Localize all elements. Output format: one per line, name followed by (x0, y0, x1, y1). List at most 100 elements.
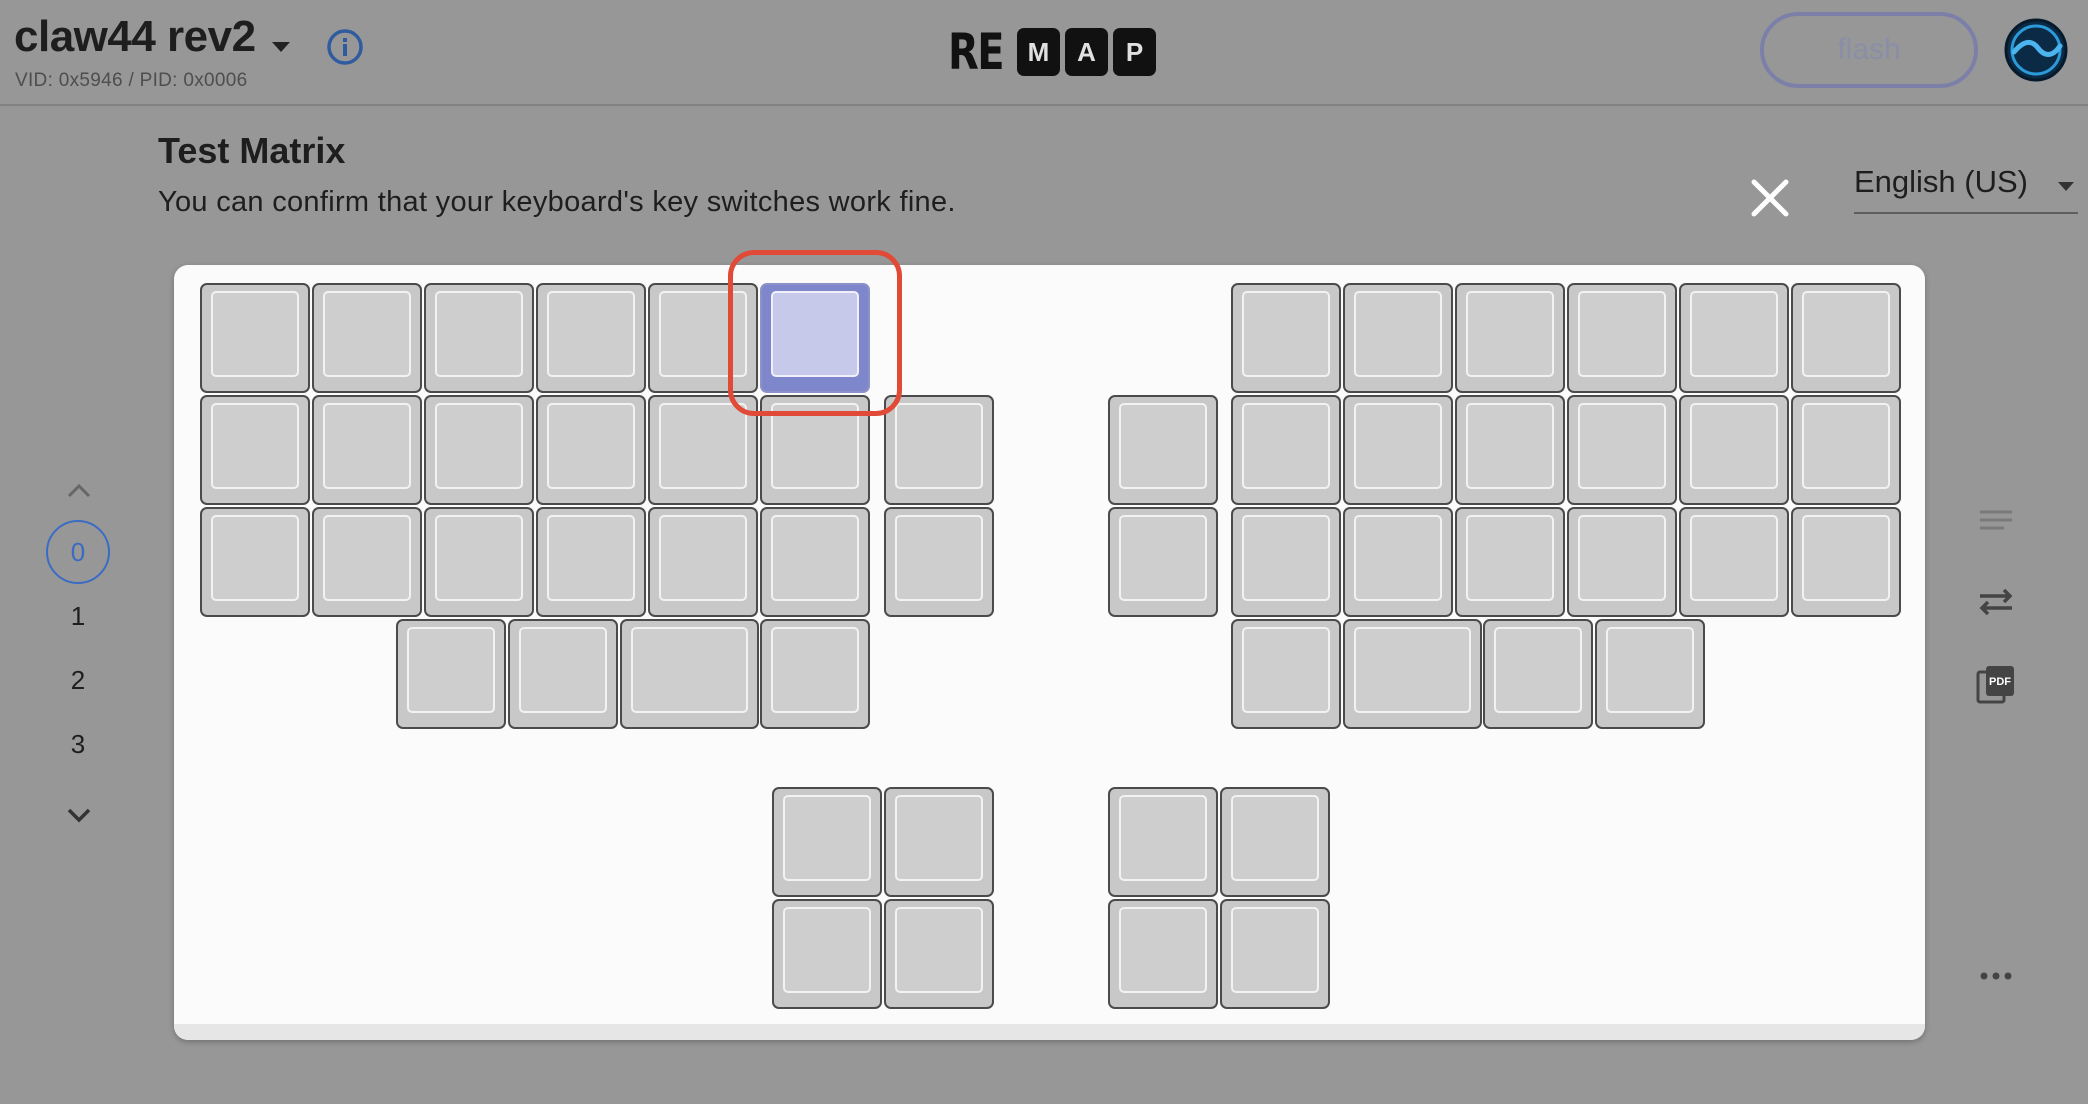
key-right-row2-col2[interactable] (1343, 395, 1453, 505)
keycap-face (1578, 403, 1666, 489)
key-right-row1-col1[interactable] (1231, 283, 1341, 393)
keycap-face (1119, 795, 1207, 881)
keycap-face (547, 403, 635, 489)
key-thumb-key-1[interactable] (772, 787, 882, 897)
key-right-row3-col5[interactable] (1679, 507, 1789, 617)
key-right-row3-col2[interactable] (1343, 507, 1453, 617)
info-icon[interactable] (326, 28, 364, 66)
key-left-row4-col1[interactable] (396, 619, 506, 729)
key-right-row3-col4[interactable] (1567, 507, 1677, 617)
key-right-row2-col1[interactable] (1231, 395, 1341, 505)
key-left-row2-col7[interactable] (884, 395, 994, 505)
keycap-face (1578, 291, 1666, 377)
key-right-row2-col0[interactable] (1108, 395, 1218, 505)
layer-item-3[interactable]: 3 (46, 712, 110, 776)
language-value: English (US) (1854, 164, 2028, 199)
key-thumb-key-6[interactable] (1220, 787, 1330, 897)
pdf-icon[interactable]: PDF (1974, 662, 2018, 706)
key-left-row1-col1[interactable] (200, 283, 310, 393)
key-right-row1-col5[interactable] (1679, 283, 1789, 393)
app-header: claw44 rev2 VID: 0x5946 / PID: 0x0006 RE… (0, 0, 2088, 106)
key-left-row2-col3[interactable] (424, 395, 534, 505)
keycap-face (895, 515, 983, 601)
key-right-row1-col2[interactable] (1343, 283, 1453, 393)
key-thumb-key-5[interactable] (1108, 787, 1218, 897)
key-left-row2-col1[interactable] (200, 395, 310, 505)
flash-button[interactable]: flash (1760, 12, 1978, 88)
key-left-row2-col2[interactable] (312, 395, 422, 505)
layer-item-2[interactable]: 2 (46, 648, 110, 712)
key-right-row4-col1[interactable] (1231, 619, 1341, 729)
key-thumb-key-7[interactable] (1108, 899, 1218, 1009)
key-thumb-key-2[interactable] (884, 787, 994, 897)
swap-icon[interactable] (1974, 580, 2018, 624)
key-thumb-key-3[interactable] (772, 899, 882, 1009)
layer-selector: 0 1 2 3 (44, 470, 116, 830)
remap-logo: RE M A P (948, 23, 1156, 81)
more-icon[interactable] (1974, 954, 2018, 998)
key-right-row2-col4[interactable] (1567, 395, 1677, 505)
key-right-row1-col3[interactable] (1455, 283, 1565, 393)
keycap-face (659, 403, 747, 489)
logo-letter-m: M (1017, 28, 1060, 76)
key-right-row4-col3[interactable] (1483, 619, 1593, 729)
key-right-row4-col4[interactable] (1595, 619, 1705, 729)
logo-prefix: RE (948, 23, 1005, 81)
key-right-row2-col6[interactable] (1791, 395, 1901, 505)
key-left-row1-col3[interactable] (424, 283, 534, 393)
svg-text:PDF: PDF (1989, 676, 2011, 688)
keycap-face (519, 627, 607, 713)
keycap-face (895, 403, 983, 489)
keyboard-name[interactable]: claw44 rev2 (14, 12, 256, 62)
key-right-row3-col3[interactable] (1455, 507, 1565, 617)
key-right-row1-col4[interactable] (1567, 283, 1677, 393)
key-left-row4-col2[interactable] (508, 619, 618, 729)
key-left-row3-col3[interactable] (424, 507, 534, 617)
key-left-row3-col2[interactable] (312, 507, 422, 617)
key-right-row2-col5[interactable] (1679, 395, 1789, 505)
key-right-row4-col2[interactable] (1343, 619, 1482, 729)
keycap-face (895, 795, 983, 881)
key-left-row3-col6[interactable] (760, 507, 870, 617)
key-left-row4-col3[interactable] (620, 619, 759, 729)
close-icon[interactable] (1748, 176, 1792, 220)
key-left-row2-col4[interactable] (536, 395, 646, 505)
key-left-row1-col4[interactable] (536, 283, 646, 393)
key-left-row4-col4[interactable] (760, 619, 870, 729)
side-toolbar: PDF (1966, 498, 2026, 998)
key-left-row3-col1[interactable] (200, 507, 310, 617)
keycap-face (1690, 291, 1778, 377)
key-right-row2-col3[interactable] (1455, 395, 1565, 505)
key-left-row3-col4[interactable] (536, 507, 646, 617)
keycap-face (547, 515, 635, 601)
wave-logo-icon[interactable] (2004, 18, 2068, 82)
chevron-down-icon[interactable] (64, 800, 94, 830)
key-left-row1-col2[interactable] (312, 283, 422, 393)
layer-item-0[interactable]: 0 (46, 520, 110, 584)
logo-letter-a: A (1065, 28, 1108, 76)
key-left-row3-col5[interactable] (648, 507, 758, 617)
keycap-face (435, 291, 523, 377)
key-left-row3-col7[interactable] (884, 507, 994, 617)
key-thumb-key-4[interactable] (884, 899, 994, 1009)
keycap-face (1606, 627, 1694, 713)
language-select[interactable]: English (US) (1854, 160, 2078, 214)
chevron-down-icon[interactable] (272, 42, 290, 52)
keycap-face (1354, 291, 1442, 377)
keycap-face (435, 403, 523, 489)
keycap-face (1119, 515, 1207, 601)
menu-lines-icon[interactable] (1974, 498, 2018, 542)
chevron-down-icon (2058, 182, 2074, 191)
chevron-up-icon[interactable] (64, 476, 94, 506)
keycap-face (323, 515, 411, 601)
keycap-face (1494, 627, 1582, 713)
key-thumb-key-8[interactable] (1220, 899, 1330, 1009)
layer-item-1[interactable]: 1 (46, 584, 110, 648)
keycap-face (1690, 403, 1778, 489)
key-right-row3-col1[interactable] (1231, 507, 1341, 617)
key-right-row1-col6[interactable] (1791, 283, 1901, 393)
keycap-face (211, 291, 299, 377)
panel-footer (174, 1024, 1925, 1040)
key-right-row3-col0[interactable] (1108, 507, 1218, 617)
key-right-row3-col6[interactable] (1791, 507, 1901, 617)
